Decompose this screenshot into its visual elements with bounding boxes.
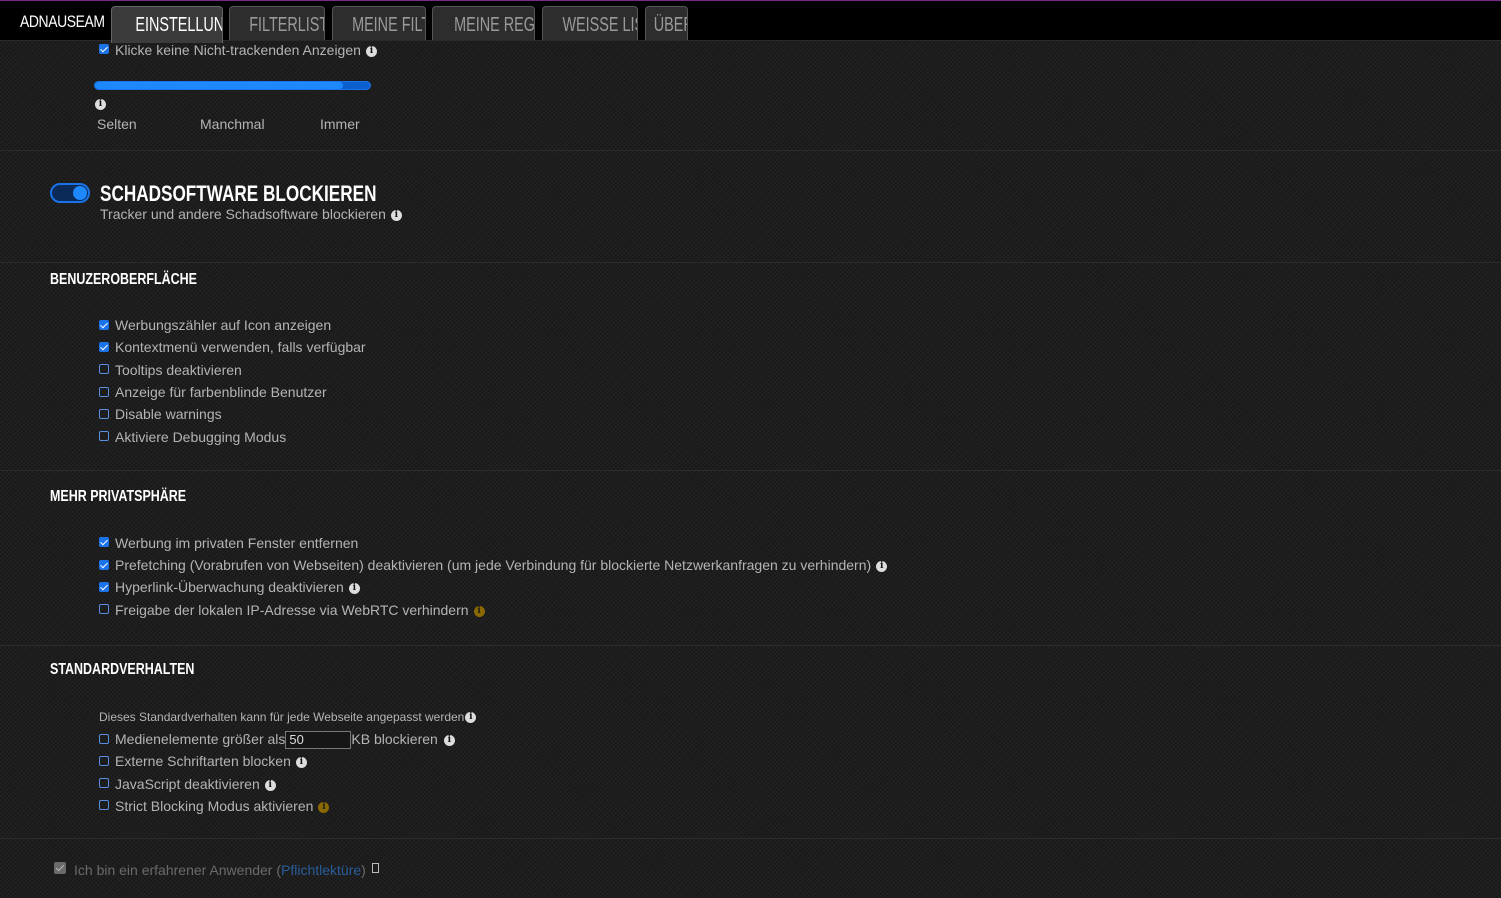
option-checkbox[interactable] xyxy=(99,387,109,397)
option-label: Strict Blocking Modus aktivieren i xyxy=(115,798,330,814)
info-icon[interactable]: i xyxy=(295,756,307,768)
slider-fill xyxy=(95,82,343,89)
option-checkbox[interactable] xyxy=(99,342,109,352)
settings-box-icon[interactable] xyxy=(372,863,379,873)
option-label: Externe Schriftarten blocken i xyxy=(115,753,307,769)
option-label: Kontextmenü verwenden, falls verfügbar xyxy=(115,339,366,355)
warning-icon[interactable]: i xyxy=(473,605,485,617)
section-divider xyxy=(0,470,1501,471)
malware-subtitle: Tracker und andere Schadsoftware blockie… xyxy=(100,206,402,222)
malware-toggle[interactable] xyxy=(50,183,90,203)
option-label: Anzeige für farbenblinde Benutzer xyxy=(115,384,327,400)
option-label: Hyperlink-Überwachung deaktivieren i xyxy=(115,579,360,595)
media-size-checkbox[interactable] xyxy=(99,734,109,744)
option-checkbox[interactable] xyxy=(99,431,109,441)
tab-weisse-liste[interactable]: WEISSE LISTE xyxy=(542,6,638,40)
no-nontracking-label: Klicke keine Nicht-trackenden Anzeigen i xyxy=(115,42,377,58)
section-divider xyxy=(0,645,1501,646)
media-size-input[interactable]: 50 xyxy=(285,731,352,750)
advanced-user-checkbox[interactable] xyxy=(54,862,66,874)
warning-icon[interactable]: i xyxy=(318,801,330,813)
section-divider xyxy=(0,150,1501,151)
tab-ueber[interactable]: ÜBER xyxy=(645,6,688,40)
tab-meine-regeln[interactable]: MEINE REGELN xyxy=(432,6,535,40)
option-label: Werbungszähler auf Icon anzeigen xyxy=(115,317,332,333)
info-icon[interactable]: i xyxy=(443,734,455,746)
option-label: Freigabe der lokalen IP-Adresse via WebR… xyxy=(115,602,485,618)
info-icon[interactable]: i xyxy=(365,45,377,57)
option-label: Werbung im privaten Fenster entfernen xyxy=(115,535,359,551)
tab-einstellungen[interactable]: EINSTELLUNGEN xyxy=(111,6,223,43)
info-icon[interactable]: i xyxy=(264,779,276,791)
option-checkbox[interactable] xyxy=(99,604,109,614)
option-label: Prefetching (Vorabrufen von Webseiten) d… xyxy=(115,557,888,573)
info-icon[interactable]: i xyxy=(390,209,402,221)
option-checkbox[interactable] xyxy=(99,582,109,592)
advanced-user-label: Ich bin ein erfahrener Anwender (Pflicht… xyxy=(74,862,366,878)
click-frequency-slider[interactable] xyxy=(94,81,371,90)
option-checkbox[interactable] xyxy=(99,800,109,810)
slider-info-icon[interactable]: i xyxy=(95,99,106,110)
option-checkbox[interactable] xyxy=(99,537,109,547)
option-checkbox[interactable] xyxy=(99,560,109,570)
slider-label-manchmal: Manchmal xyxy=(200,116,265,132)
brand-logo-text: ADNAUSEAM xyxy=(20,12,105,31)
section-title-ui: BENUZEROBERFLÄCHE xyxy=(50,271,197,288)
malware-title: SCHADSOFTWARE BLOCKIEREN xyxy=(100,181,377,206)
option-label: JavaScript deaktivieren i xyxy=(115,776,276,792)
info-icon[interactable]: i xyxy=(348,582,360,594)
option-checkbox[interactable] xyxy=(99,364,109,374)
required-reading-link[interactable]: Pflichtlektüre xyxy=(281,862,361,878)
option-label: Aktiviere Debugging Modus xyxy=(115,429,287,445)
section-divider xyxy=(0,262,1501,263)
slider-label-immer: Immer xyxy=(320,116,360,132)
media-size-row: Medienelemente größer als 50 KB blockieren… xyxy=(115,731,455,750)
option-checkbox[interactable] xyxy=(99,320,109,330)
section-title-privacy: MEHR PRIVATSPHÄRE xyxy=(50,488,187,505)
info-icon[interactable]: i xyxy=(465,712,477,724)
option-checkbox[interactable] xyxy=(99,756,109,766)
option-label: Disable warnings xyxy=(115,406,222,422)
no-nontracking-checkbox[interactable] xyxy=(99,44,109,54)
option-checkbox[interactable] xyxy=(99,409,109,419)
section-title-default: STANDARDVERHALTEN xyxy=(50,661,195,678)
info-icon[interactable]: i xyxy=(876,560,888,572)
top-navigation-bar: ADNAUSEAM EINSTELLUNGEN FILTERLISTEN MEI… xyxy=(0,0,1501,43)
section-divider xyxy=(0,838,1501,839)
tab-filterlisten[interactable]: FILTERLISTEN xyxy=(229,6,325,40)
option-checkbox[interactable] xyxy=(99,778,109,788)
slider-label-selten: Selten xyxy=(97,116,137,132)
option-label: Tooltips deaktivieren xyxy=(115,362,242,378)
tab-meine-filter[interactable]: MEINE FILTER xyxy=(332,6,426,40)
default-note: Dieses Standardverhalten kann für jede W… xyxy=(99,710,477,724)
